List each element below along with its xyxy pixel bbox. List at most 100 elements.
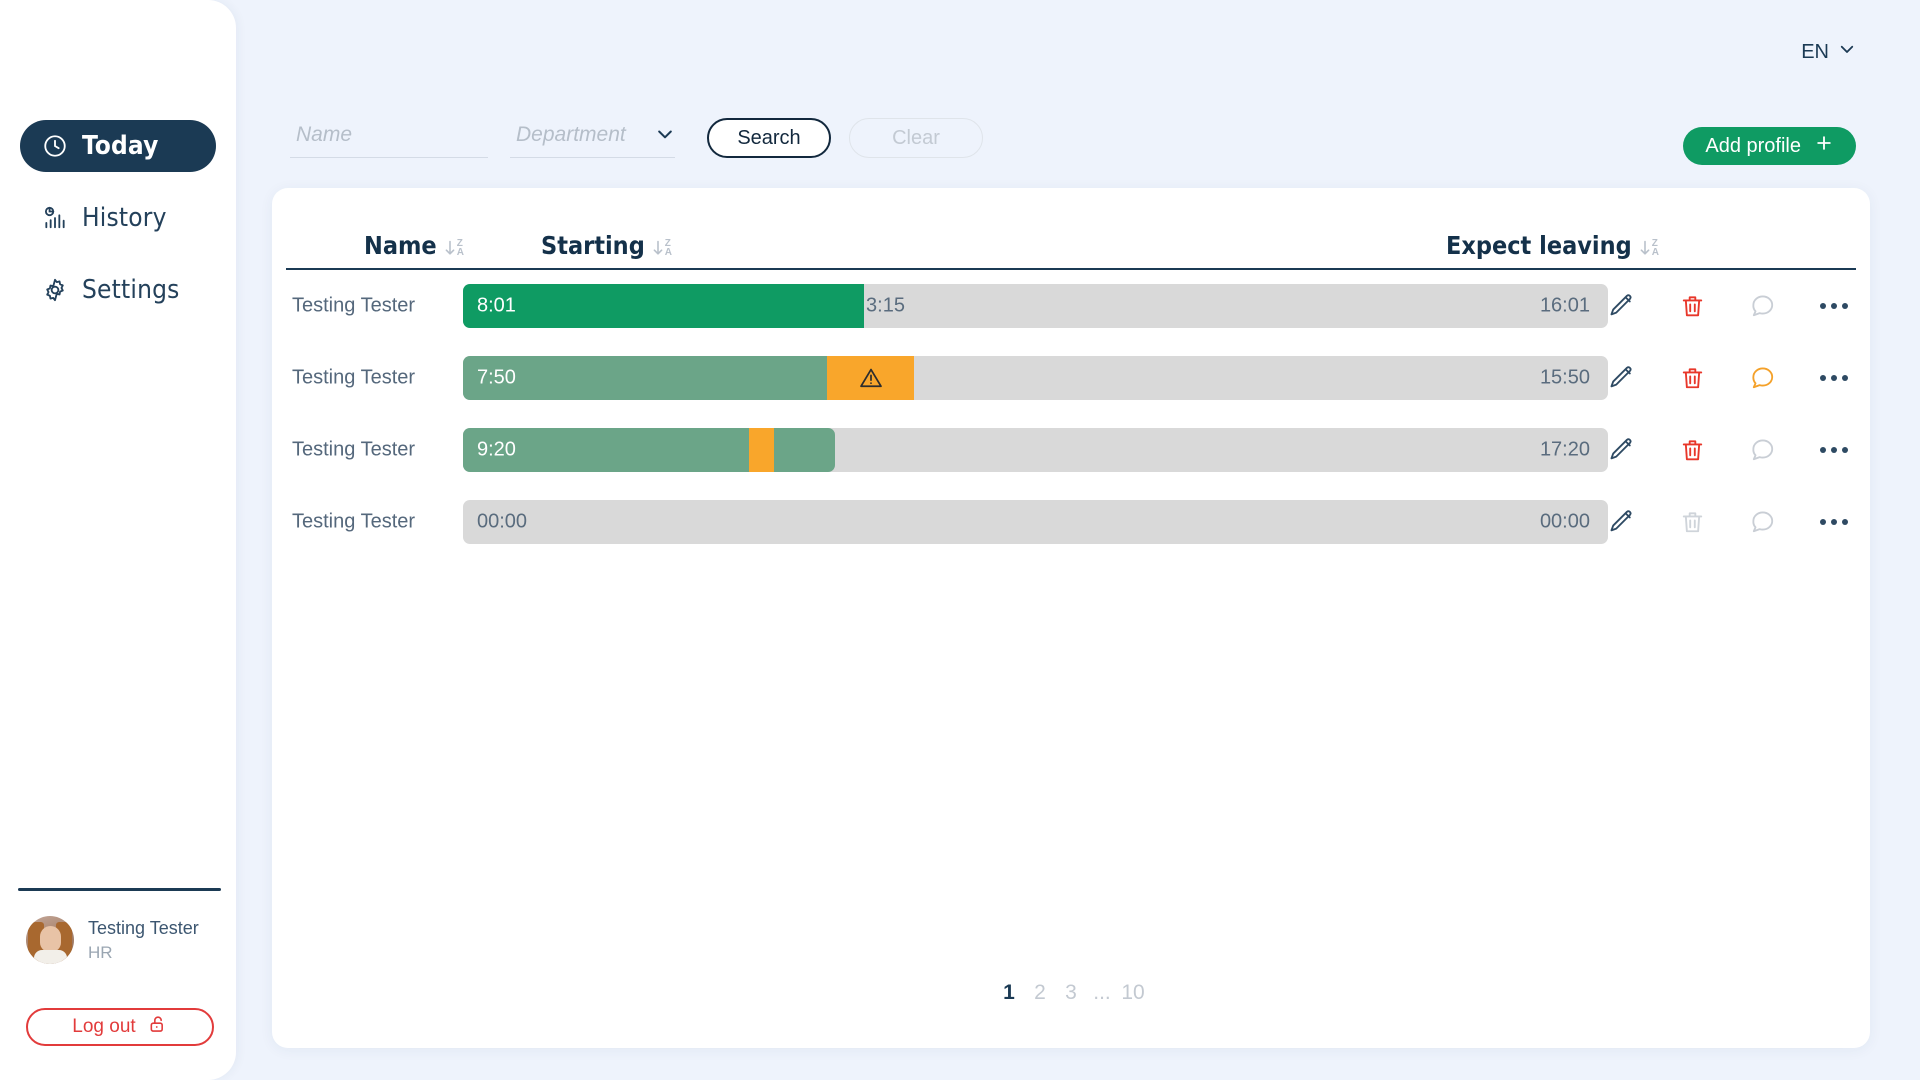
pagination-page-10[interactable]: 10 — [1118, 976, 1149, 1010]
time-bar-track[interactable]: 8:01 3:15 16:01 — [463, 284, 1608, 328]
language-selector[interactable]: EN — [1801, 40, 1856, 64]
department-select[interactable]: Department — [510, 123, 675, 158]
row-delete-button[interactable] — [1678, 364, 1706, 392]
row-comment-bubble-button[interactable] — [1749, 508, 1777, 536]
table-row: Testing Tester 7:50 15:50 — [272, 342, 1870, 414]
pagination: « ‹ 1 2 3 ... 10 › » — [272, 976, 1870, 1010]
chevron-down-icon — [655, 124, 675, 146]
department-field-wrap: Department — [510, 123, 675, 158]
sidebar-item-label: History — [82, 203, 167, 233]
add-profile-button[interactable]: Add profile — [1683, 127, 1856, 165]
more-horizontal-icon — [1820, 519, 1848, 525]
sort-desc-za-icon: ZA — [1639, 239, 1659, 260]
more-horizontal-icon — [1820, 447, 1848, 453]
name-field-wrap — [290, 123, 488, 158]
row-more-button[interactable] — [1820, 436, 1848, 464]
employees-card: Name ZA Starting ZA Expect leaving Z A T… — [272, 188, 1870, 1048]
row-delete-button — [1678, 508, 1706, 536]
row-comment-bubble-active-button[interactable] — [1749, 364, 1777, 392]
bar-segment-break — [827, 356, 915, 400]
department-select-label: Department — [516, 123, 626, 146]
search-name-input[interactable] — [290, 123, 488, 158]
avatar — [26, 916, 74, 964]
table-row: Testing Tester 00:00 00:00 — [272, 486, 1870, 558]
more-horizontal-icon — [1820, 375, 1848, 381]
table-row: Testing Tester 8:01 3:15 16:01 — [272, 270, 1870, 342]
sidebar-nav: Today History Settings — [0, 120, 236, 336]
bar-end-time: 15:50 — [1539, 366, 1590, 389]
sidebar-user-block[interactable]: Testing Tester HR — [26, 915, 199, 965]
add-profile-label: Add profile — [1705, 134, 1801, 157]
column-header-label: Starting — [541, 231, 645, 260]
sidebar-item-today[interactable]: Today — [20, 120, 216, 172]
row-edit-button[interactable] — [1607, 292, 1635, 320]
logout-button[interactable]: Log out — [26, 1008, 214, 1046]
row-more-button[interactable] — [1820, 292, 1848, 320]
more-horizontal-icon — [1820, 303, 1848, 309]
app-root: Today History Settings Testing Tester HR… — [0, 0, 1920, 1080]
language-code: EN — [1801, 40, 1829, 63]
filter-bar: Department Search Clear — [290, 118, 983, 158]
warning-triangle-icon — [827, 365, 914, 391]
chevron-down-icon — [1838, 40, 1856, 64]
bar-segment-work — [463, 356, 828, 400]
pagination-page-3[interactable]: 3 — [1056, 976, 1087, 1010]
table-body: Testing Tester 8:01 3:15 16:01 Testing T… — [272, 270, 1870, 558]
bar-segment-work — [463, 284, 864, 328]
row-employee-name: Testing Tester — [292, 438, 416, 461]
search-button[interactable]: Search — [707, 118, 831, 158]
bar-end-time: 00:00 — [1539, 510, 1590, 533]
row-more-button[interactable] — [1820, 508, 1848, 536]
bar-start-time: 9:20 — [477, 438, 516, 461]
row-actions — [1607, 292, 1848, 320]
row-actions — [1607, 436, 1848, 464]
user-role: HR — [88, 943, 113, 962]
clock-icon — [42, 133, 68, 159]
bar-start-time: 00:00 — [477, 510, 528, 533]
sidebar-item-history[interactable]: History — [20, 192, 216, 244]
pagination-page-1[interactable]: 1 — [994, 976, 1025, 1010]
bar-break-label: 3:15 — [866, 294, 905, 317]
row-delete-button[interactable] — [1678, 292, 1706, 320]
pagination-page-2[interactable]: 2 — [1025, 976, 1056, 1010]
plus-icon — [1814, 133, 1834, 159]
sort-desc-za-icon: ZA — [652, 239, 672, 260]
table-header: Name ZA Starting ZA Expect leaving Z A — [286, 206, 1856, 270]
time-bar-track[interactable]: 00:00 00:00 — [463, 500, 1608, 544]
bar-segment-work — [774, 428, 836, 472]
column-header-starting[interactable]: Starting ZA — [541, 231, 672, 260]
sort-desc-za-icon: ZA — [444, 239, 464, 260]
row-employee-name: Testing Tester — [292, 294, 416, 317]
sidebar-item-label: Today — [82, 131, 159, 161]
gear-icon — [42, 277, 68, 303]
clear-button[interactable]: Clear — [849, 118, 983, 158]
row-comment-bubble-button[interactable] — [1749, 292, 1777, 320]
column-header-label: Expect leaving — [1446, 231, 1632, 260]
logout-label: Log out — [72, 1016, 136, 1037]
row-delete-button[interactable] — [1678, 436, 1706, 464]
sidebar-item-settings[interactable]: Settings — [20, 264, 216, 316]
bar-start-time: 8:01 — [477, 294, 516, 317]
bar-segment-break — [749, 428, 775, 472]
bar-end-time: 17:20 — [1539, 438, 1590, 461]
column-header-expect-leaving[interactable]: Expect leaving ZA — [1446, 231, 1659, 260]
row-edit-button[interactable] — [1607, 364, 1635, 392]
row-edit-button[interactable] — [1607, 508, 1635, 536]
column-header-name[interactable]: Name ZA — [364, 231, 464, 260]
sidebar: Today History Settings Testing Tester HR… — [0, 0, 236, 1080]
row-employee-name: Testing Tester — [292, 510, 416, 533]
row-actions — [1607, 508, 1848, 536]
row-more-button[interactable] — [1820, 364, 1848, 392]
time-bar-track[interactable]: 9:20 17:20 — [463, 428, 1608, 472]
row-edit-button[interactable] — [1607, 436, 1635, 464]
row-comment-bubble-button[interactable] — [1749, 436, 1777, 464]
column-header-label: Name — [364, 231, 437, 260]
pagination-ellipsis: ... — [1093, 981, 1111, 1004]
row-actions — [1607, 364, 1848, 392]
time-bar-track[interactable]: 7:50 15:50 — [463, 356, 1608, 400]
sidebar-item-label: Settings — [82, 275, 180, 305]
sidebar-divider — [18, 888, 221, 891]
row-employee-name: Testing Tester — [292, 366, 416, 389]
bar-end-time: 16:01 — [1539, 294, 1590, 317]
chart-pie-bars-icon — [42, 205, 68, 231]
